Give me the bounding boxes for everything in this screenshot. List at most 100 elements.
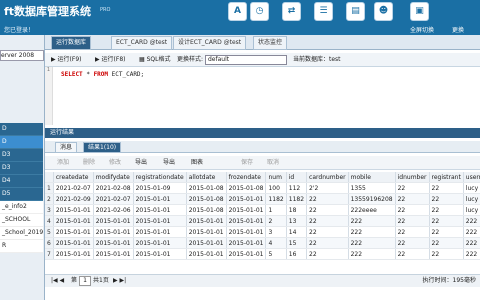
table-cell[interactable]: 22	[395, 215, 430, 227]
sql-text[interactable]: SELECT * FROM ECT_CARD;	[61, 71, 144, 78]
table-cell[interactable]: 22	[306, 193, 349, 205]
table-cell[interactable]: 2021-02-07	[93, 193, 134, 205]
table-cell[interactable]: 16	[286, 248, 308, 260]
table-cell[interactable]: 2015-01-01	[133, 237, 187, 249]
sql-format-button[interactable]: ▦ SQL格式	[139, 55, 170, 64]
table-cell[interactable]: 5	[265, 248, 287, 260]
table-cell[interactable]: 22	[395, 226, 430, 238]
table-cell[interactable]: 22	[306, 237, 349, 249]
db-item[interactable]: _School_2019	[0, 227, 43, 240]
table-cell[interactable]: 18	[286, 204, 308, 216]
column-header[interactable]: allotdate	[186, 172, 227, 183]
table-cell[interactable]: 22	[306, 215, 349, 227]
users-icon[interactable]: ☰	[314, 2, 333, 21]
table-cell[interactable]: 100	[265, 182, 287, 194]
add-row-button[interactable]: 添加	[57, 158, 69, 167]
tab-run-db[interactable]: 运行数据库	[51, 36, 92, 50]
table-cell[interactable]: 22	[306, 204, 349, 216]
table-cell[interactable]: 2015-01-01	[226, 237, 267, 249]
table-cell[interactable]: 2015-01-01	[133, 215, 187, 227]
column-header[interactable]: mobile	[348, 172, 396, 183]
table-cell[interactable]: 22	[429, 193, 464, 205]
tab-status-monitor[interactable]: 状态监控	[253, 36, 288, 50]
table-cell[interactable]: 2015-01-01	[186, 226, 227, 238]
table-row[interactable]: 3 2015-01-01 2021-02-06 2015-01-01 2015-01-0…	[45, 204, 480, 216]
next-page-button[interactable]: ▶ ▶|	[113, 275, 126, 287]
db-item-selected[interactable]: D	[0, 136, 43, 149]
table-cell[interactable]: 2'2	[306, 182, 349, 194]
table-cell[interactable]: 22	[429, 204, 464, 216]
table-cell[interactable]: 2021-02-06	[93, 204, 134, 216]
table-cell[interactable]: 2015-01-01	[53, 237, 94, 249]
column-header[interactable]: registrant	[429, 172, 464, 183]
table-cell[interactable]: 2015-01-01	[226, 248, 267, 260]
delete-row-button[interactable]: 删除	[83, 158, 95, 167]
table-cell[interactable]: 222	[348, 215, 396, 227]
table-cell[interactable]: 4	[265, 237, 287, 249]
table-cell[interactable]: 2021-02-09	[53, 193, 94, 205]
run-button[interactable]: ▶ 运行(F9)	[51, 55, 81, 64]
tab-messages[interactable]: 消息	[55, 142, 78, 153]
clipboard-icon[interactable]: ▤	[346, 2, 365, 21]
table-cell[interactable]: 2015-01-01	[93, 248, 134, 260]
column-header[interactable]: modifydate	[93, 172, 134, 183]
table-cell[interactable]: 2015-01-01	[186, 248, 227, 260]
table-cell[interactable]: 22	[395, 248, 430, 260]
db-item[interactable]: D5	[0, 188, 43, 201]
table-cell[interactable]: 22	[429, 182, 464, 194]
column-header[interactable]: idnumber	[395, 172, 430, 183]
column-header[interactable]: id	[286, 172, 308, 183]
table-cell[interactable]: 22	[395, 204, 430, 216]
table-cell[interactable]: 1182	[265, 193, 287, 205]
table-cell[interactable]: 22	[395, 182, 430, 194]
table-cell[interactable]: 22	[395, 237, 430, 249]
db-item[interactable]: D3	[0, 162, 43, 175]
save-button[interactable]: 保存	[241, 158, 253, 167]
table-cell[interactable]: 2021-02-07	[53, 182, 94, 194]
table-cell[interactable]: lucy	[463, 204, 480, 216]
table-cell[interactable]: 2021-02-08	[93, 182, 134, 194]
table-row[interactable]: 5 2015-01-01 2015-01-01 2015-01-01 2015-01-0…	[45, 226, 480, 238]
table-cell[interactable]: 22	[306, 248, 349, 260]
column-header[interactable]: createdate	[53, 172, 94, 183]
table-cell[interactable]: 222	[463, 248, 480, 260]
table-cell[interactable]: 2015-01-09	[133, 182, 187, 194]
table-cell[interactable]: 2015-01-01	[186, 237, 227, 249]
page-number-input[interactable]: 1	[79, 276, 91, 286]
table-cell[interactable]: 13559196208	[348, 193, 396, 205]
table-row[interactable]: 2 2021-02-09 2021-02-07 2015-01-01 2015-01-0…	[45, 193, 480, 205]
tab-design-ect-card[interactable]: 设计ECT_CARD @test	[173, 36, 247, 50]
table-cell[interactable]: 222	[463, 226, 480, 238]
column-header[interactable]: username	[463, 172, 480, 183]
db-item[interactable]: _e_info2	[0, 201, 43, 214]
table-cell[interactable]: 2015-01-01	[93, 237, 134, 249]
db-item[interactable]: _SCHOOL	[0, 214, 43, 227]
server-select[interactable]: erver 2008	[0, 50, 44, 61]
table-cell[interactable]: 2015-01-01	[226, 215, 267, 227]
table-cell[interactable]: 2015-01-01	[226, 204, 267, 216]
refresh-icon[interactable]: ⇄	[282, 2, 301, 21]
table-cell[interactable]: 22	[306, 226, 349, 238]
export-button[interactable]: 导出	[135, 158, 147, 167]
table-cell[interactable]: 2	[265, 215, 287, 227]
table-cell[interactable]: 14	[286, 226, 308, 238]
table-cell[interactable]: 22	[429, 248, 464, 260]
table-cell[interactable]: 2015-01-01	[133, 204, 187, 216]
chart-button[interactable]: 图表	[191, 158, 203, 167]
user-icon[interactable]: ☻	[374, 2, 393, 21]
table-cell[interactable]: 1	[265, 204, 287, 216]
sql-editor[interactable]: 1 SELECT * FROM ECT_CARD;	[45, 67, 480, 125]
export-button-2[interactable]: 导出	[163, 158, 175, 167]
table-cell[interactable]: lucy	[463, 182, 480, 194]
table-cell[interactable]: 2015-01-08	[186, 204, 227, 216]
cancel-button[interactable]: 取消	[267, 158, 279, 167]
table-cell[interactable]: 22	[429, 237, 464, 249]
api-icon[interactable]: A	[228, 2, 247, 21]
table-row[interactable]: 7 2015-01-01 2015-01-01 2015-01-01 2015-01-0…	[45, 248, 480, 260]
table-cell[interactable]: 22	[395, 193, 430, 205]
column-header[interactable]: num	[265, 172, 287, 183]
table-cell[interactable]: 15	[286, 237, 308, 249]
table-cell[interactable]: 3	[265, 226, 287, 238]
table-cell[interactable]: 22	[429, 215, 464, 227]
table-cell[interactable]: 2015-01-01	[53, 215, 94, 227]
